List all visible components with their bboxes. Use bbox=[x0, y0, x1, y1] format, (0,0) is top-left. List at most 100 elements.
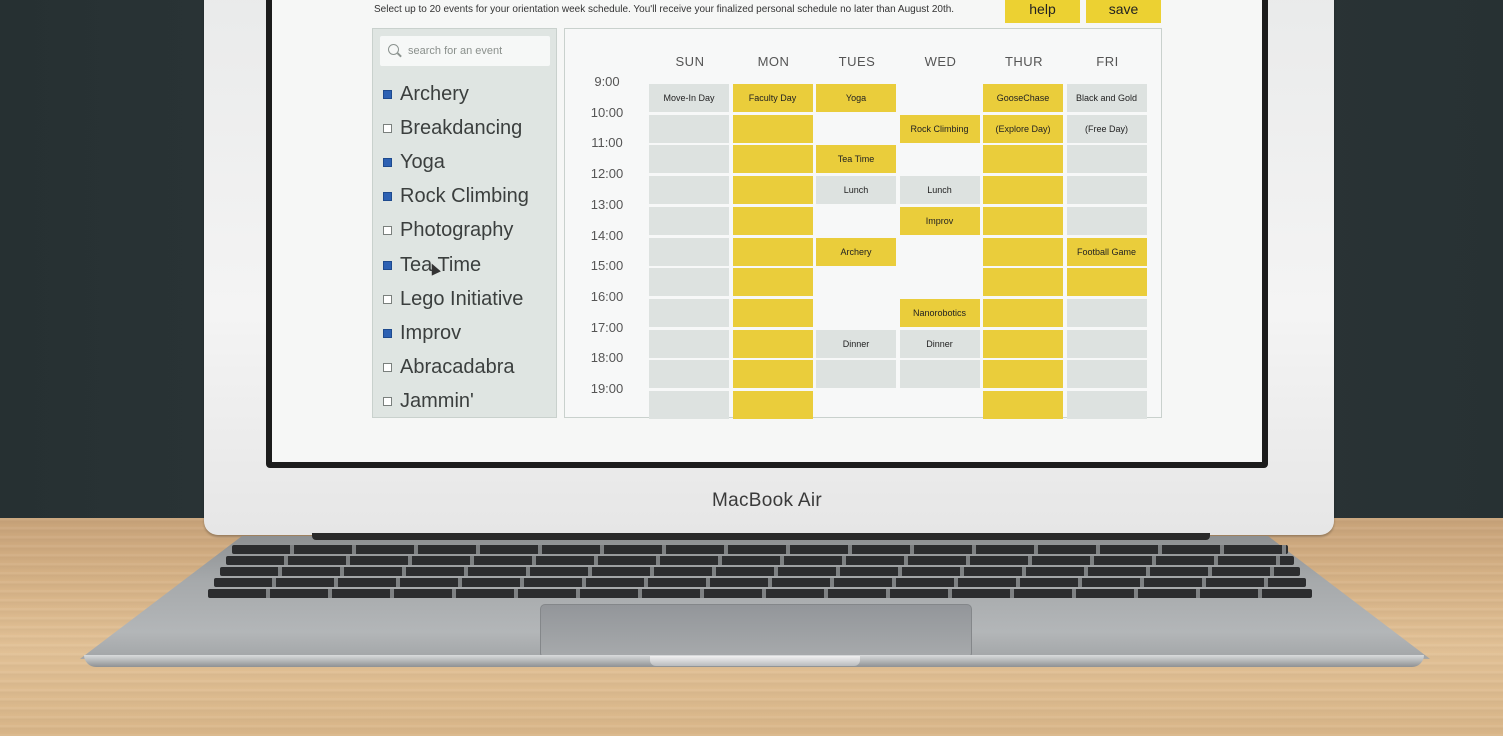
event-checkbox[interactable] bbox=[383, 397, 392, 407]
schedule-slot[interactable] bbox=[983, 176, 1063, 205]
schedule-slot[interactable] bbox=[983, 360, 1063, 389]
keyboard-row bbox=[220, 567, 1300, 576]
schedule-slot[interactable] bbox=[816, 360, 896, 389]
schedule-slot[interactable] bbox=[732, 391, 813, 419]
schedule-event[interactable]: Yoga bbox=[816, 84, 896, 112]
search-input[interactable] bbox=[408, 42, 543, 60]
event-label: Lego Initiative bbox=[400, 287, 524, 310]
event-checkbox[interactable] bbox=[383, 226, 392, 236]
schedule-event[interactable]: Nanorobotics bbox=[899, 298, 980, 327]
schedule-slot[interactable] bbox=[1066, 298, 1147, 327]
schedule-event[interactable]: (Explore Day) bbox=[983, 114, 1063, 143]
schedule-slot[interactable] bbox=[1066, 176, 1147, 205]
schedule-slot[interactable] bbox=[983, 391, 1063, 419]
schedule-slot[interactable] bbox=[816, 391, 896, 419]
schedule-slot[interactable] bbox=[900, 145, 980, 173]
schedule-slot[interactable] bbox=[732, 298, 813, 327]
schedule-event[interactable]: Faculty Day bbox=[732, 84, 813, 112]
schedule-event[interactable]: Lunch bbox=[816, 176, 896, 205]
search-box[interactable] bbox=[380, 36, 550, 66]
schedule-slot[interactable] bbox=[816, 207, 896, 235]
event-label: Photography bbox=[400, 219, 514, 242]
schedule-slot[interactable] bbox=[983, 145, 1063, 174]
event-checkbox[interactable] bbox=[383, 328, 392, 338]
schedule-slot[interactable] bbox=[649, 268, 729, 297]
event-item[interactable]: Tea Time bbox=[383, 248, 553, 282]
schedule-event[interactable]: Dinner bbox=[899, 329, 980, 358]
schedule-slot[interactable] bbox=[816, 115, 896, 143]
laptop-brand-label: MacBook Air bbox=[712, 490, 822, 511]
schedule-slot[interactable] bbox=[649, 114, 729, 143]
schedule-slot[interactable] bbox=[649, 329, 729, 358]
schedule-event[interactable]: Football Game bbox=[1066, 237, 1147, 266]
schedule-slot[interactable] bbox=[732, 329, 813, 358]
schedule-slot[interactable] bbox=[649, 360, 729, 389]
event-item[interactable]: Yoga bbox=[383, 145, 553, 179]
schedule-slot[interactable] bbox=[732, 145, 813, 174]
event-checkbox[interactable] bbox=[383, 363, 392, 373]
event-item[interactable]: Photography bbox=[383, 214, 553, 248]
schedule-slot[interactable] bbox=[732, 237, 813, 266]
keyboard-row bbox=[214, 578, 1306, 587]
event-checkbox[interactable] bbox=[383, 123, 392, 133]
schedule-slot[interactable] bbox=[900, 84, 980, 112]
event-item[interactable]: Abracadabra bbox=[383, 351, 553, 385]
schedule-slot[interactable] bbox=[983, 237, 1063, 266]
time-label: 12:00 bbox=[590, 166, 624, 182]
schedule-slot[interactable] bbox=[816, 299, 896, 327]
event-checkbox[interactable] bbox=[383, 157, 392, 167]
schedule-slot[interactable] bbox=[900, 238, 980, 266]
schedule-slot[interactable] bbox=[1066, 206, 1147, 235]
schedule-slot[interactable] bbox=[649, 391, 729, 419]
event-item[interactable]: Rock Climbing bbox=[383, 180, 553, 214]
schedule-slot[interactable] bbox=[732, 268, 813, 297]
event-checkbox[interactable] bbox=[383, 294, 392, 304]
schedule-event[interactable]: Rock Climbing bbox=[899, 114, 980, 143]
schedule-slot[interactable] bbox=[732, 176, 813, 205]
schedule-slot[interactable] bbox=[1066, 391, 1147, 419]
schedule-event[interactable]: Lunch bbox=[899, 176, 980, 205]
schedule-slot[interactable] bbox=[816, 268, 896, 296]
schedule-slot[interactable] bbox=[900, 268, 980, 296]
schedule-event[interactable]: Improv bbox=[899, 206, 980, 235]
schedule-event[interactable]: Black and Gold bbox=[1066, 84, 1147, 112]
schedule-slot[interactable] bbox=[983, 298, 1063, 327]
schedule-event[interactable]: (Free Day) bbox=[1066, 114, 1147, 143]
event-checkbox[interactable] bbox=[383, 89, 392, 99]
schedule-slot[interactable] bbox=[1066, 360, 1147, 389]
event-item[interactable]: Improv bbox=[383, 316, 553, 350]
day-header: FRI bbox=[1096, 54, 1119, 69]
schedule-slot[interactable] bbox=[983, 268, 1063, 297]
event-item[interactable]: Jammin' bbox=[383, 385, 553, 419]
event-item[interactable]: Lego Initiative bbox=[383, 282, 553, 316]
schedule-slot[interactable] bbox=[1066, 145, 1147, 174]
schedule-event[interactable]: Archery bbox=[816, 237, 896, 266]
schedule-slot[interactable] bbox=[649, 206, 729, 235]
save-button[interactable]: save bbox=[1086, 0, 1161, 23]
schedule-slot[interactable] bbox=[900, 391, 980, 419]
schedule-event[interactable]: GooseChase bbox=[983, 84, 1063, 112]
schedule-event[interactable]: Move-In Day bbox=[649, 84, 729, 112]
schedule-slot[interactable] bbox=[732, 206, 813, 235]
schedule-slot[interactable] bbox=[649, 298, 729, 327]
event-checkbox[interactable] bbox=[383, 260, 392, 270]
schedule-event[interactable]: Tea Time bbox=[816, 145, 896, 174]
schedule-slot[interactable] bbox=[1066, 329, 1147, 358]
schedule-slot[interactable] bbox=[1066, 268, 1147, 297]
help-button[interactable]: help bbox=[1005, 0, 1080, 23]
event-item[interactable]: Breakdancing bbox=[383, 111, 553, 145]
schedule-slot[interactable] bbox=[649, 237, 729, 266]
schedule-slot[interactable] bbox=[649, 176, 729, 205]
keyboard-row bbox=[208, 589, 1312, 598]
schedule-slot[interactable] bbox=[732, 114, 813, 143]
event-item[interactable]: Archery bbox=[383, 77, 553, 111]
event-checkbox[interactable] bbox=[383, 192, 392, 202]
schedule-event[interactable]: Dinner bbox=[816, 329, 896, 358]
schedule-slot[interactable] bbox=[649, 145, 729, 174]
schedule-slot[interactable] bbox=[983, 329, 1063, 358]
schedule-slot[interactable] bbox=[983, 206, 1063, 235]
event-list: Archery Breakdancing Yoga Rock Climbing Phot… bbox=[383, 77, 553, 419]
schedule-slot[interactable] bbox=[899, 360, 980, 389]
schedule-slot[interactable] bbox=[732, 360, 813, 389]
event-label: Jammin' bbox=[400, 390, 474, 413]
